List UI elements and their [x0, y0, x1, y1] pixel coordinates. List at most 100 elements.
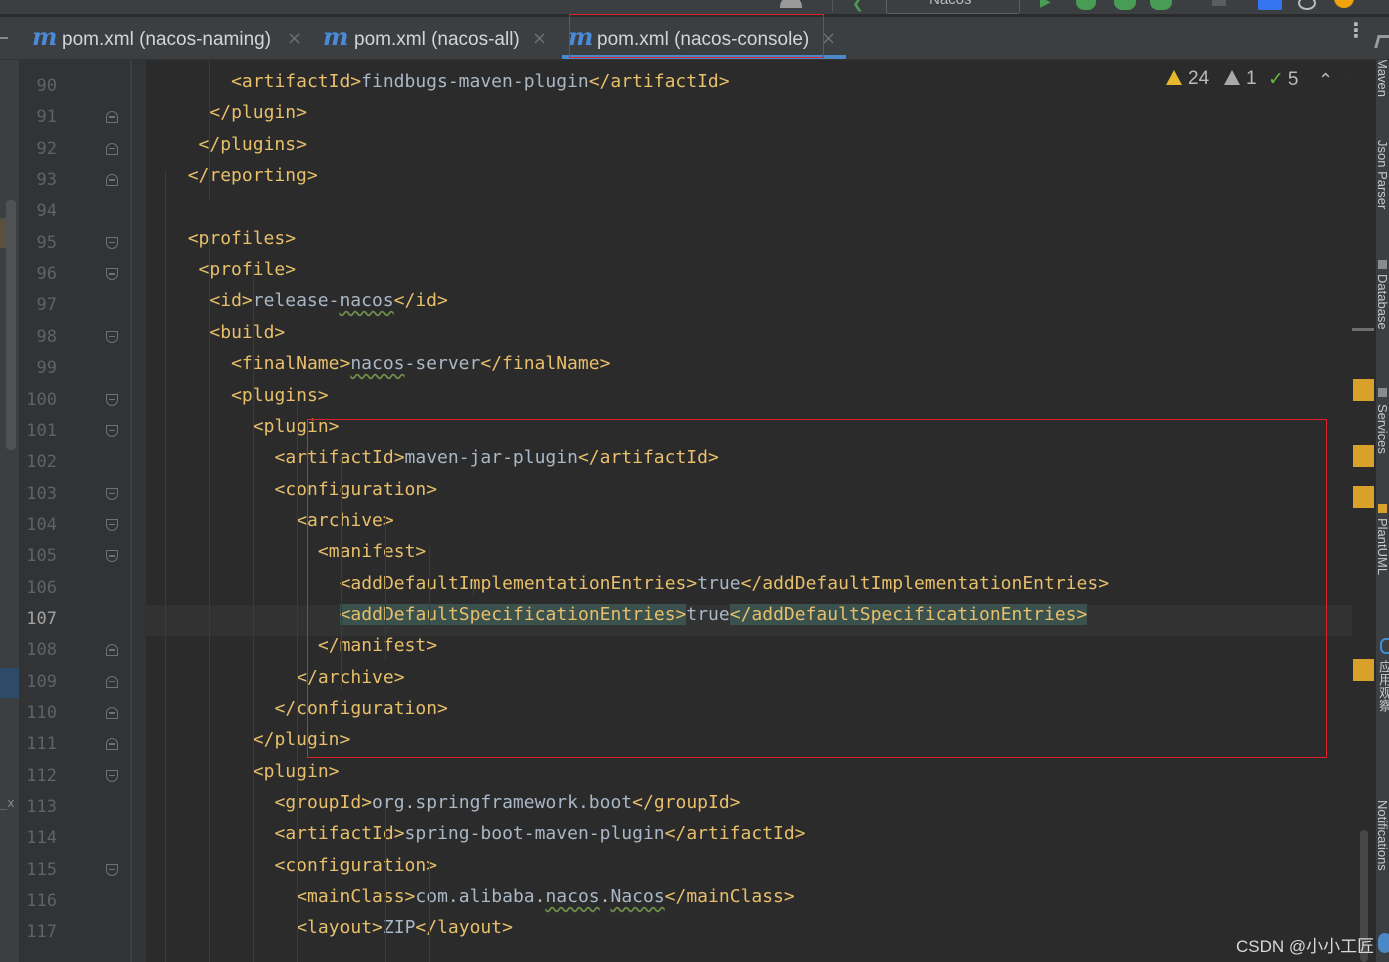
tab-scroll-left-icon[interactable] — [0, 37, 8, 39]
weak-warnings-count[interactable]: 1 — [1224, 68, 1257, 90]
fold-collapse-icon[interactable] — [106, 393, 118, 406]
close-tab-icon[interactable]: × — [532, 28, 547, 49]
warnings-count[interactable]: 24 — [1166, 68, 1209, 90]
tool-window-services[interactable]: Services — [1376, 404, 1389, 454]
code-line: <build> — [209, 322, 285, 353]
xml-text: org.springframework.boot — [372, 792, 633, 814]
line-number: 114 — [26, 828, 57, 849]
previous-highlight-icon[interactable]: ⌃ — [1318, 70, 1333, 91]
fold-collapse-icon[interactable] — [106, 487, 118, 500]
xml-text: nacos — [350, 353, 405, 375]
code-editor[interactable]: <groupId>org.codehaus.mojo</groupId> <art… — [146, 60, 1352, 962]
warning-stripe-marker[interactable] — [1353, 486, 1374, 508]
tool-window-json-parser[interactable]: Json Parser — [1376, 140, 1389, 209]
xml-text: Nacos — [610, 886, 665, 908]
fold-collapse-icon[interactable] — [106, 236, 118, 249]
left-selection-marker — [0, 668, 19, 698]
xml-tag: <layout> — [296, 917, 383, 939]
stop-icon[interactable] — [1212, 0, 1226, 6]
fold-end-icon[interactable] — [106, 174, 118, 187]
xml-text: nacos — [545, 886, 600, 908]
xml-text: . — [599, 886, 611, 908]
warning-stripe-marker[interactable] — [1353, 379, 1374, 401]
xml-text: spring-boot-maven-plugin — [404, 823, 665, 845]
right-tool-strip: Maven Json Parser Database Services Plan… — [1376, 60, 1389, 962]
warning-stripe-marker[interactable] — [1353, 445, 1374, 467]
error-stripe[interactable] — [1352, 60, 1376, 962]
toolbar-separator — [832, 0, 833, 12]
stripe-caret-marker — [1352, 328, 1374, 331]
line-number: 113 — [26, 797, 57, 818]
tab-pom-nacos-all[interactable]: m pom.xml (nacos-all) × — [314, 17, 554, 59]
indent-guide — [429, 860, 430, 962]
fold-collapse-icon[interactable] — [106, 268, 118, 281]
xml-text: release- — [252, 290, 340, 312]
tool-window-maven[interactable]: Maven — [1376, 60, 1389, 97]
xml-tag: </id> — [393, 290, 448, 312]
project-tool-strip: _x — [0, 60, 19, 962]
warning-stripe-marker[interactable] — [1353, 659, 1374, 681]
tool-window-notifications[interactable]: Notifications — [1376, 800, 1389, 871]
code-line: </plugin> — [209, 102, 307, 133]
tab-list-menu-icon[interactable]: ⋮ — [1346, 20, 1366, 51]
run-configuration-label: Nacos — [929, 0, 972, 8]
fold-end-icon[interactable] — [106, 738, 118, 751]
tab-label: pom.xml (nacos-all) — [354, 29, 520, 50]
tool-window-database[interactable]: Database — [1376, 274, 1389, 330]
fold-collapse-icon[interactable] — [106, 863, 118, 876]
profile-icon[interactable] — [1150, 0, 1172, 10]
observe-icon — [1380, 638, 1389, 654]
fold-end-icon[interactable] — [106, 644, 118, 657]
fold-collapse-icon[interactable] — [106, 769, 118, 782]
tab-pom-nacos-naming[interactable]: m pom.xml (nacos-naming) × — [24, 17, 312, 59]
line-number: 112 — [26, 765, 57, 786]
tab-label: pom.xml (nacos-naming) — [62, 29, 272, 50]
xml-tag: <groupId>org.codehaus.mojo</groupId> — [231, 60, 621, 61]
code-line: </reporting> — [188, 165, 318, 196]
line-number: 110 — [26, 703, 57, 723]
code-line: <profile> — [199, 259, 297, 290]
maven-toolwindow-icon[interactable] — [1374, 35, 1389, 48]
toolbox-icon[interactable] — [1258, 0, 1282, 10]
code-line: <artifactId>spring-boot-maven-plugin</ar… — [275, 823, 806, 854]
coverage-icon[interactable] — [1114, 0, 1136, 10]
check-icon: ✓ — [1268, 68, 1284, 90]
active-tab-highlight-box — [569, 14, 824, 58]
fold-end-icon[interactable] — [106, 111, 118, 124]
fold-end-icon[interactable] — [106, 675, 118, 688]
fold-collapse-icon[interactable] — [106, 330, 118, 343]
maven-icon: m — [323, 22, 348, 51]
tool-window-app-observe[interactable]: 应用观察 — [1376, 660, 1389, 712]
editor-tab-bar: m pom.xml (nacos-naming) × m pom.xml (na… — [0, 14, 1389, 60]
search-icon[interactable] — [1298, 0, 1316, 10]
xml-tag: </finalName> — [480, 353, 611, 375]
update-notification-icon[interactable] — [1334, 0, 1354, 8]
line-number: 93 — [36, 170, 57, 191]
fold-collapse-icon[interactable] — [106, 518, 118, 531]
typos-count[interactable]: ✓ 5 — [1268, 68, 1299, 91]
weak-warning-icon — [1224, 70, 1240, 85]
back-arrow-icon[interactable]: ❮ — [852, 0, 866, 14]
xml-tag: </layout> — [415, 917, 513, 939]
xml-text: ZIP — [382, 917, 416, 939]
line-number: 104 — [26, 514, 57, 535]
xml-tag: <profiles> — [187, 227, 297, 249]
csdn-watermark: CSDN @小小工匠 — [1236, 937, 1375, 956]
debug-icon[interactable] — [1076, 0, 1096, 10]
indent-guide — [209, 235, 210, 962]
run-icon[interactable]: ▶ — [1040, 0, 1054, 12]
plantuml-icon — [1378, 504, 1387, 513]
tool-window-plantuml[interactable]: PlantUML — [1376, 518, 1389, 575]
user-avatar-icon[interactable] — [780, 0, 802, 8]
left-scrollbar[interactable] — [6, 200, 16, 450]
fold-end-icon[interactable] — [106, 142, 118, 155]
indent-guide — [297, 390, 298, 962]
xml-tag: <profile> — [198, 259, 297, 281]
edge-globe-icon — [1378, 933, 1389, 953]
fold-end-icon[interactable] — [106, 707, 118, 719]
fold-collapse-icon[interactable] — [106, 424, 118, 437]
code-line: </plugins> — [199, 134, 307, 165]
run-configuration-dropdown[interactable]: Nacos — [886, 0, 1020, 14]
close-tab-icon[interactable]: × — [287, 28, 302, 49]
line-number: 95 — [36, 232, 57, 253]
